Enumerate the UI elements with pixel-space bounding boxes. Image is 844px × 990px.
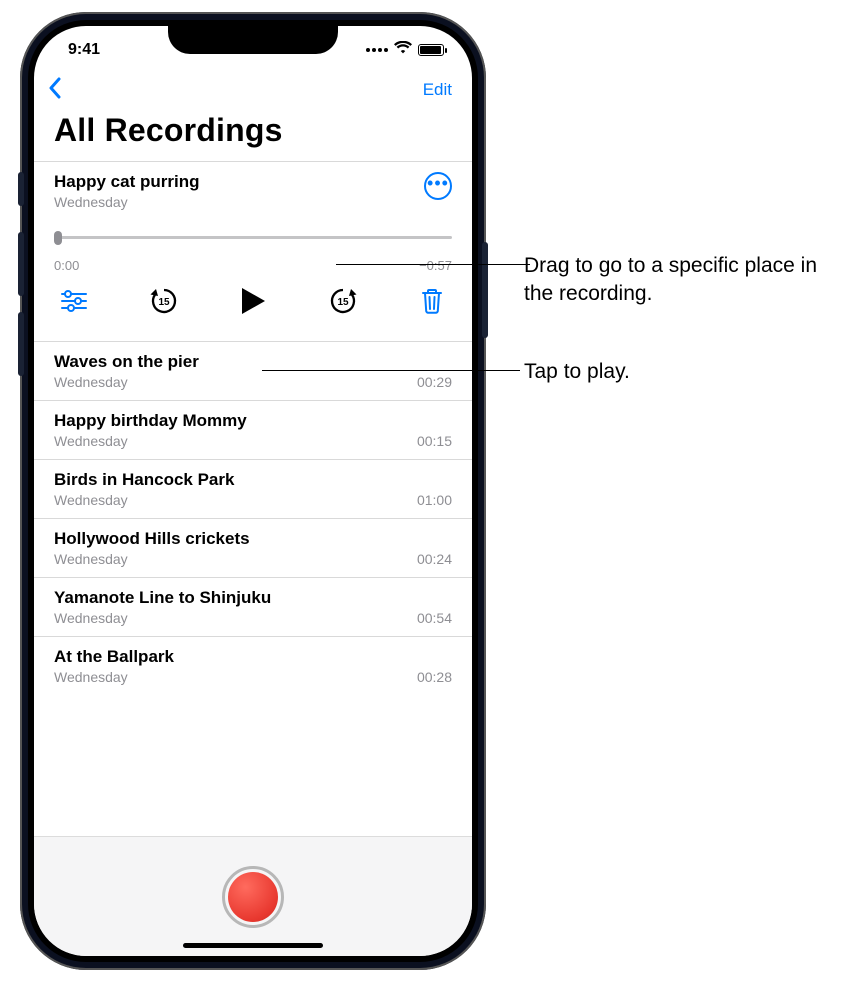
recording-title: Yamanote Line to Shinjuku bbox=[54, 588, 271, 608]
slider-thumb[interactable] bbox=[54, 231, 62, 245]
recording-row[interactable]: At the Ballpark Wednesday 00:28 bbox=[34, 637, 472, 695]
recording-row[interactable]: Waves on the pier Wednesday 00:29 bbox=[34, 342, 472, 401]
record-icon bbox=[228, 872, 278, 922]
expanded-date: Wednesday bbox=[54, 194, 199, 210]
remaining-time: −0:57 bbox=[419, 258, 452, 273]
recording-date: Wednesday bbox=[54, 433, 247, 449]
mute-switch bbox=[18, 172, 24, 206]
record-button[interactable] bbox=[222, 866, 284, 928]
expanded-title: Happy cat purring bbox=[54, 172, 199, 192]
skip-forward-icon: 15 bbox=[328, 286, 358, 316]
ellipsis-icon: ••• bbox=[427, 173, 449, 194]
recording-duration: 00:28 bbox=[417, 669, 452, 685]
callout-scrub: Drag to go to a specific place in the re… bbox=[524, 252, 834, 309]
screen: 9:41 Edit All Recordings bbox=[34, 26, 472, 956]
page-title: All Recordings bbox=[34, 110, 472, 161]
recording-date: Wednesday bbox=[54, 492, 234, 508]
bezel: 9:41 Edit All Recordings bbox=[28, 20, 478, 962]
recording-date: Wednesday bbox=[54, 610, 271, 626]
callout-scrub-text: Drag to go to a specific place in the re… bbox=[524, 254, 817, 305]
recording-title: Hollywood Hills crickets bbox=[54, 529, 250, 549]
elapsed-time: 0:00 bbox=[54, 258, 79, 273]
recording-date: Wednesday bbox=[54, 551, 250, 567]
slider-track bbox=[54, 236, 452, 239]
status-time: 9:41 bbox=[68, 41, 100, 59]
svg-text:15: 15 bbox=[337, 297, 349, 308]
recording-duration: 00:15 bbox=[417, 433, 452, 449]
expanded-recording: Happy cat purring Wednesday ••• 0:00 −0:… bbox=[34, 161, 472, 341]
volume-down-button bbox=[18, 312, 24, 376]
recording-row[interactable]: Yamanote Line to Shinjuku Wednesday 00:54 bbox=[34, 578, 472, 637]
recording-row[interactable]: Hollywood Hills crickets Wednesday 00:24 bbox=[34, 519, 472, 578]
recording-title: Birds in Hancock Park bbox=[54, 470, 234, 490]
bottom-toolbar bbox=[34, 836, 472, 956]
back-button[interactable] bbox=[48, 76, 62, 104]
svg-text:15: 15 bbox=[158, 297, 170, 308]
recording-duration: 00:54 bbox=[417, 610, 452, 626]
nav-bar: Edit bbox=[34, 74, 472, 110]
recording-row[interactable]: Birds in Hancock Park Wednesday 01:00 bbox=[34, 460, 472, 519]
recordings-list: Waves on the pier Wednesday 00:29 Happy bir… bbox=[34, 341, 472, 836]
trash-icon bbox=[421, 288, 443, 314]
skip-back-icon: 15 bbox=[149, 286, 179, 316]
recording-duration: 00:29 bbox=[417, 374, 452, 390]
recording-duration: 00:24 bbox=[417, 551, 452, 567]
notch bbox=[168, 20, 338, 54]
iphone-frame: 9:41 Edit All Recordings bbox=[20, 12, 486, 970]
playback-slider[interactable] bbox=[54, 232, 452, 256]
recording-date: Wednesday bbox=[54, 374, 199, 390]
recording-duration: 01:00 bbox=[417, 492, 452, 508]
play-icon bbox=[240, 287, 266, 315]
skip-forward-15-button[interactable]: 15 bbox=[323, 281, 363, 321]
recording-title: Waves on the pier bbox=[54, 352, 199, 372]
home-indicator[interactable] bbox=[183, 943, 323, 948]
power-button bbox=[482, 242, 488, 338]
skip-back-15-button[interactable]: 15 bbox=[144, 281, 184, 321]
recording-title: At the Ballpark bbox=[54, 647, 174, 667]
sliders-icon bbox=[61, 290, 87, 312]
volume-up-button bbox=[18, 232, 24, 296]
wifi-icon bbox=[394, 41, 412, 59]
recording-date: Wednesday bbox=[54, 669, 174, 685]
cellular-signal-icon bbox=[366, 48, 388, 52]
delete-button[interactable] bbox=[412, 281, 452, 321]
more-options-button[interactable]: ••• bbox=[424, 172, 452, 200]
battery-icon bbox=[418, 44, 444, 56]
play-button[interactable] bbox=[233, 281, 273, 321]
callout-play: Tap to play. bbox=[524, 358, 824, 386]
recording-title: Happy birthday Mommy bbox=[54, 411, 247, 431]
status-right bbox=[366, 41, 444, 59]
options-button[interactable] bbox=[54, 281, 94, 321]
recording-row[interactable]: Happy birthday Mommy Wednesday 00:15 bbox=[34, 401, 472, 460]
edit-button[interactable]: Edit bbox=[423, 80, 452, 100]
callout-play-text: Tap to play. bbox=[524, 360, 630, 383]
playback-controls: 15 15 bbox=[54, 273, 452, 327]
